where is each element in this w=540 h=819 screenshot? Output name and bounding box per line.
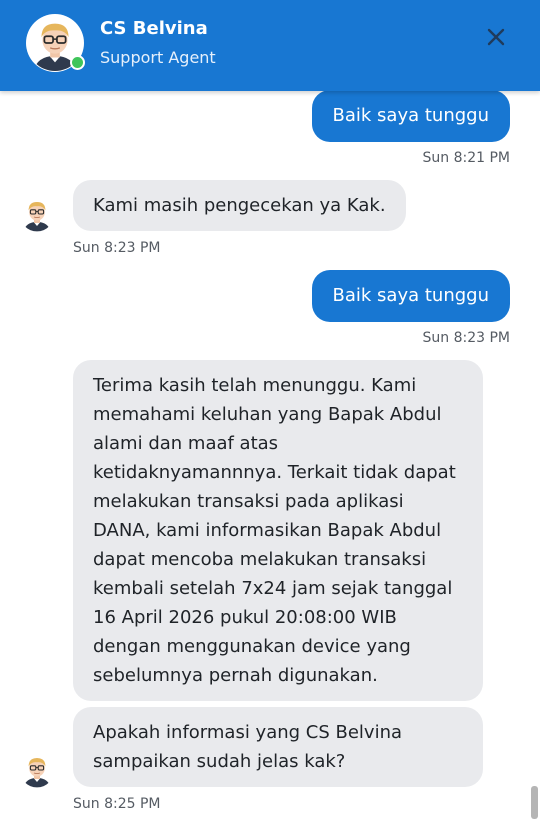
agent-avatar <box>19 196 55 232</box>
message-line: sebelumnya pernah digunakan. <box>93 665 378 686</box>
message-line: memahami keluhan yang Bapak Abdul <box>93 404 442 425</box>
chat-header: CS Belvina Support Agent <box>0 0 540 91</box>
message-line: DANA, kami informasikan Bapak Abdul <box>93 520 442 541</box>
message-line: Terima kasih telah menunggu. Kami <box>93 375 417 396</box>
agent-name: CS Belvina <box>100 18 208 39</box>
scrollbar-thumb[interactable] <box>531 786 538 819</box>
agent-avatar <box>19 752 55 788</box>
message-line: 16 April 2026 pukul 20:08:00 WIB <box>93 607 397 628</box>
message-line: Apakah informasi yang CS Belvina <box>93 722 403 743</box>
message-bubble-outgoing[interactable]: Baik saya tunggu <box>311 90 510 142</box>
message-bubble-incoming[interactable]: Terima kasih telah menunggu. Kami memaha… <box>73 360 483 701</box>
close-button[interactable] <box>478 22 512 52</box>
message-line: ketidaknyamannnya. Terkait tidak dapat <box>93 462 456 483</box>
message-timestamp: Sun 8:23 PM <box>422 330 511 346</box>
agent-role: Support Agent <box>100 48 216 67</box>
message-bubble-incoming[interactable]: Apakah informasi yang CS Belvina sampaik… <box>73 707 483 787</box>
message-line: kembali setelah 7x24 jam sejak tanggal <box>93 578 453 599</box>
message-timestamp: Sun 8:23 PM <box>73 240 161 256</box>
message-line: melakukan transaksi pada aplikasi <box>93 491 404 512</box>
message-timestamp: Sun 8:21 PM <box>422 150 511 166</box>
message-bubble-incoming[interactable]: Kami masih pengecekan ya Kak. <box>73 180 406 231</box>
close-icon <box>487 28 505 46</box>
message-line: dapat mencoba melakukan transaksi <box>93 549 427 570</box>
message-bubble-outgoing[interactable]: Baik saya tunggu <box>311 270 510 322</box>
message-timestamp: Sun 8:25 PM <box>73 796 161 812</box>
message-line: alami dan maaf atas <box>93 433 279 454</box>
message-line: sampaikan sudah jelas kak? <box>93 751 346 772</box>
online-status-indicator <box>70 55 85 70</box>
message-line: dengan menggunakan device yang <box>93 636 411 657</box>
